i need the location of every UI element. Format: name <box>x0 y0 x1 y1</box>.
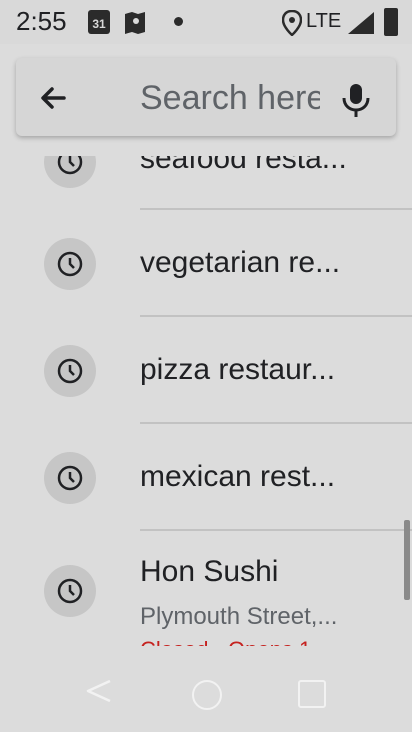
suggestion-label: vegetarian re... <box>140 246 341 279</box>
suggestion-label: pizza restaur... <box>140 353 336 386</box>
scrollbar[interactable] <box>404 520 410 600</box>
search-input[interactable] <box>140 70 320 126</box>
arrow-back-icon[interactable] <box>32 78 72 118</box>
list-item[interactable]: mexican rest... <box>0 424 412 530</box>
nav-back-icon[interactable] <box>84 678 114 704</box>
list-item[interactable]: seafood resta... <box>0 156 412 208</box>
battery-icon <box>384 8 398 36</box>
suggestion-list: seafood resta... vegetarian re... pizza … <box>0 156 412 646</box>
list-item[interactable]: vegetarian re... <box>0 210 412 316</box>
clock-icon <box>44 238 96 290</box>
list-item[interactable]: Hon Sushi Plymouth Street,... Closed · O… <box>0 531 412 646</box>
status-bar: 2:55 31 LTE <box>0 0 412 44</box>
signal-icon <box>348 12 374 34</box>
mic-icon[interactable] <box>338 80 374 120</box>
clock-icon <box>44 345 96 397</box>
place-address: Plymouth Street,... <box>140 603 338 630</box>
list-item[interactable]: pizza restaur... <box>0 317 412 423</box>
maps-icon <box>125 12 145 34</box>
status-time: 2:55 <box>16 6 67 36</box>
nav-recents-icon[interactable] <box>298 680 326 708</box>
location-icon <box>282 10 302 36</box>
place-name: Hon Sushi <box>140 555 279 588</box>
calendar-icon: 31 <box>88 10 110 34</box>
clock-icon <box>44 156 96 188</box>
notification-dot-icon <box>174 17 183 26</box>
network-type: LTE <box>306 10 342 32</box>
clock-icon <box>44 452 96 504</box>
suggestion-label: seafood resta... <box>140 156 347 175</box>
nav-home-icon[interactable] <box>192 680 222 710</box>
clock-icon <box>44 565 96 617</box>
place-hours-status: Closed · Opens 1... <box>140 637 370 646</box>
suggestion-label: mexican rest... <box>140 460 336 493</box>
